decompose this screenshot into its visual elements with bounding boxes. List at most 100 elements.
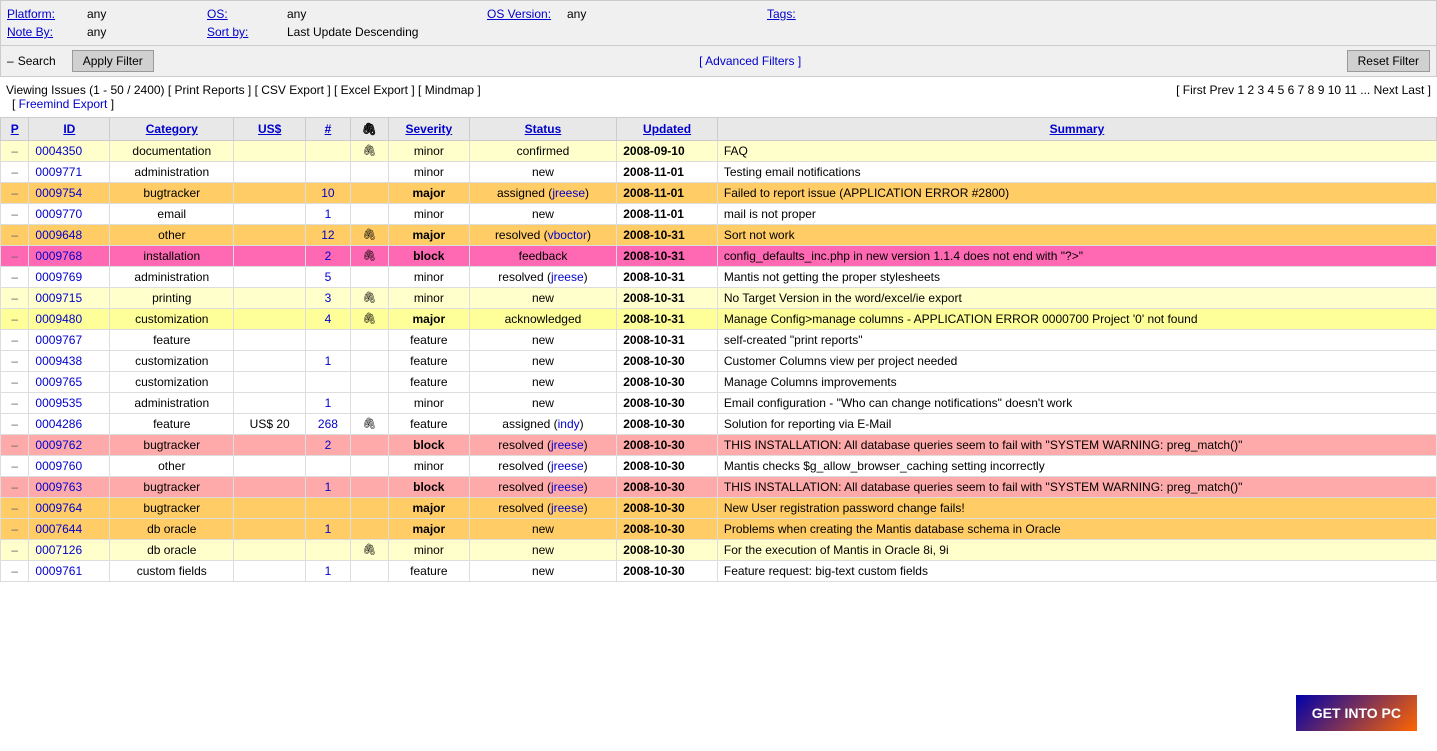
issue-id-link[interactable]: 0007644 bbox=[35, 522, 82, 536]
issue-id-link[interactable]: 0004350 bbox=[35, 144, 82, 158]
col-category-link[interactable]: Category bbox=[146, 122, 198, 136]
table-row: –0004350documentation🖇minorconfirmed2008… bbox=[1, 141, 1437, 162]
col-summary-link[interactable]: Summary bbox=[1050, 122, 1105, 136]
col-p: P bbox=[1, 118, 29, 141]
freemind-export-link[interactable]: Freemind Export bbox=[19, 97, 108, 111]
hash-link[interactable]: 4 bbox=[325, 312, 332, 326]
issue-id-link[interactable]: 0007126 bbox=[35, 543, 82, 557]
status-user-link[interactable]: jreese bbox=[551, 459, 584, 473]
page-link-8[interactable]: 8 bbox=[1308, 83, 1315, 97]
print-reports-link[interactable]: Print Reports bbox=[175, 83, 245, 97]
hash-link[interactable]: 10 bbox=[321, 186, 334, 200]
hash-link[interactable]: 1 bbox=[325, 354, 332, 368]
col-id-link[interactable]: ID bbox=[63, 122, 75, 136]
cell-p: – bbox=[1, 414, 29, 435]
issue-id-link[interactable]: 0009764 bbox=[35, 501, 82, 515]
cell-severity: feature bbox=[388, 414, 469, 435]
page-link-4[interactable]: 4 bbox=[1268, 83, 1275, 97]
issue-id-link[interactable]: 0009765 bbox=[35, 375, 82, 389]
sort-by-label[interactable]: Sort by: bbox=[207, 25, 287, 39]
status-user-link[interactable]: jreese bbox=[551, 480, 584, 494]
status-user-link[interactable]: jreese bbox=[551, 438, 584, 452]
hash-link[interactable]: 2 bbox=[325, 249, 332, 263]
cell-hash: 1 bbox=[306, 204, 351, 225]
excel-export-link[interactable]: Excel Export bbox=[341, 83, 408, 97]
page-link-10[interactable]: 10 bbox=[1328, 83, 1341, 97]
issue-id-link[interactable]: 0009754 bbox=[35, 186, 82, 200]
issue-id-link[interactable]: 0004286 bbox=[35, 417, 82, 431]
platform-label[interactable]: Platform: bbox=[7, 7, 87, 21]
cell-us bbox=[234, 561, 306, 582]
hash-link[interactable]: 1 bbox=[325, 522, 332, 536]
issue-id-link[interactable]: 0009771 bbox=[35, 165, 82, 179]
apply-filter-button[interactable]: Apply Filter bbox=[72, 50, 154, 72]
table-row: –0009761custom fields1featurenew2008-10-… bbox=[1, 561, 1437, 582]
page-last-link[interactable]: Last bbox=[1402, 83, 1425, 97]
cell-summary: config_defaults_inc.php in new version 1… bbox=[717, 246, 1436, 267]
advanced-filters-link[interactable]: [ Advanced Filters ] bbox=[699, 54, 801, 68]
cell-summary: For the execution of Mantis in Oracle 8i… bbox=[717, 540, 1436, 561]
os-label[interactable]: OS: bbox=[207, 7, 287, 21]
page-link-7[interactable]: 7 bbox=[1298, 83, 1305, 97]
cell-hash bbox=[306, 456, 351, 477]
issue-id-link[interactable]: 0009767 bbox=[35, 333, 82, 347]
issue-id-link[interactable]: 0009761 bbox=[35, 564, 82, 578]
issue-id-link[interactable]: 0009763 bbox=[35, 480, 82, 494]
issue-id-link[interactable]: 0009648 bbox=[35, 228, 82, 242]
cell-summary: Email configuration - "Who can change no… bbox=[717, 393, 1436, 414]
status-user-link[interactable]: vboctor bbox=[548, 228, 587, 242]
csv-export-link[interactable]: CSV Export bbox=[261, 83, 324, 97]
status-user-link[interactable]: jreese bbox=[551, 270, 584, 284]
hash-link[interactable]: 1 bbox=[325, 396, 332, 410]
page-link-5[interactable]: 5 bbox=[1278, 83, 1285, 97]
issue-id-link[interactable]: 0009760 bbox=[35, 459, 82, 473]
hash-link[interactable]: 268 bbox=[318, 417, 338, 431]
cell-updated: 2008-09-10 bbox=[617, 141, 718, 162]
page-next-link[interactable]: Next bbox=[1374, 83, 1399, 97]
col-severity-link[interactable]: Severity bbox=[405, 122, 452, 136]
col-hash-link[interactable]: # bbox=[325, 122, 332, 136]
hash-link[interactable]: 5 bbox=[325, 270, 332, 284]
page-link-6[interactable]: 6 bbox=[1288, 83, 1295, 97]
issue-id-link[interactable]: 0009770 bbox=[35, 207, 82, 221]
hash-link[interactable]: 12 bbox=[321, 228, 334, 242]
cell-category: customization bbox=[110, 372, 234, 393]
col-updated-link[interactable]: Updated bbox=[643, 122, 691, 136]
cell-category: installation bbox=[110, 246, 234, 267]
cell-status: new bbox=[469, 561, 617, 582]
cell-us bbox=[234, 225, 306, 246]
hash-link[interactable]: 1 bbox=[325, 564, 332, 578]
reset-filter-button[interactable]: Reset Filter bbox=[1347, 50, 1430, 72]
page-link-2[interactable]: 2 bbox=[1247, 83, 1254, 97]
hash-link[interactable]: 2 bbox=[325, 438, 332, 452]
page-link-11[interactable]: 11 bbox=[1344, 83, 1356, 97]
status-user-link[interactable]: jreese bbox=[552, 186, 585, 200]
status-user-link[interactable]: indy bbox=[558, 417, 580, 431]
col-us-link[interactable]: US$ bbox=[258, 122, 281, 136]
tags-label[interactable]: Tags: bbox=[767, 7, 847, 21]
issue-id-link[interactable]: 0009769 bbox=[35, 270, 82, 284]
hash-link[interactable]: 3 bbox=[325, 291, 332, 305]
search-toggle[interactable]: – Search bbox=[7, 54, 56, 68]
page-link-1[interactable]: 1 bbox=[1237, 83, 1244, 97]
issues-title-bar: Viewing Issues (1 - 50 / 2400) [ Print R… bbox=[6, 83, 481, 97]
col-p-link[interactable]: P bbox=[11, 122, 19, 136]
cell-hash: 10 bbox=[306, 183, 351, 204]
status-user-link[interactable]: jreese bbox=[551, 501, 584, 515]
hash-link[interactable]: 1 bbox=[325, 207, 332, 221]
page-link-9[interactable]: 9 bbox=[1318, 83, 1325, 97]
issue-id-link[interactable]: 0009768 bbox=[35, 249, 82, 263]
hash-link[interactable]: 1 bbox=[325, 480, 332, 494]
issue-id-link[interactable]: 0009762 bbox=[35, 438, 82, 452]
issue-id-link[interactable]: 0009438 bbox=[35, 354, 82, 368]
cell-p: – bbox=[1, 162, 29, 183]
note-by-label[interactable]: Note By: bbox=[7, 25, 87, 39]
mindmap-link[interactable]: Mindmap bbox=[425, 83, 474, 97]
os-version-label[interactable]: OS Version: bbox=[487, 7, 567, 21]
cell-summary: Failed to report issue (APPLICATION ERRO… bbox=[717, 183, 1436, 204]
issue-id-link[interactable]: 0009715 bbox=[35, 291, 82, 305]
issue-id-link[interactable]: 0009535 bbox=[35, 396, 82, 410]
col-status-link[interactable]: Status bbox=[525, 122, 562, 136]
page-link-3[interactable]: 3 bbox=[1258, 83, 1265, 97]
issue-id-link[interactable]: 0009480 bbox=[35, 312, 82, 326]
